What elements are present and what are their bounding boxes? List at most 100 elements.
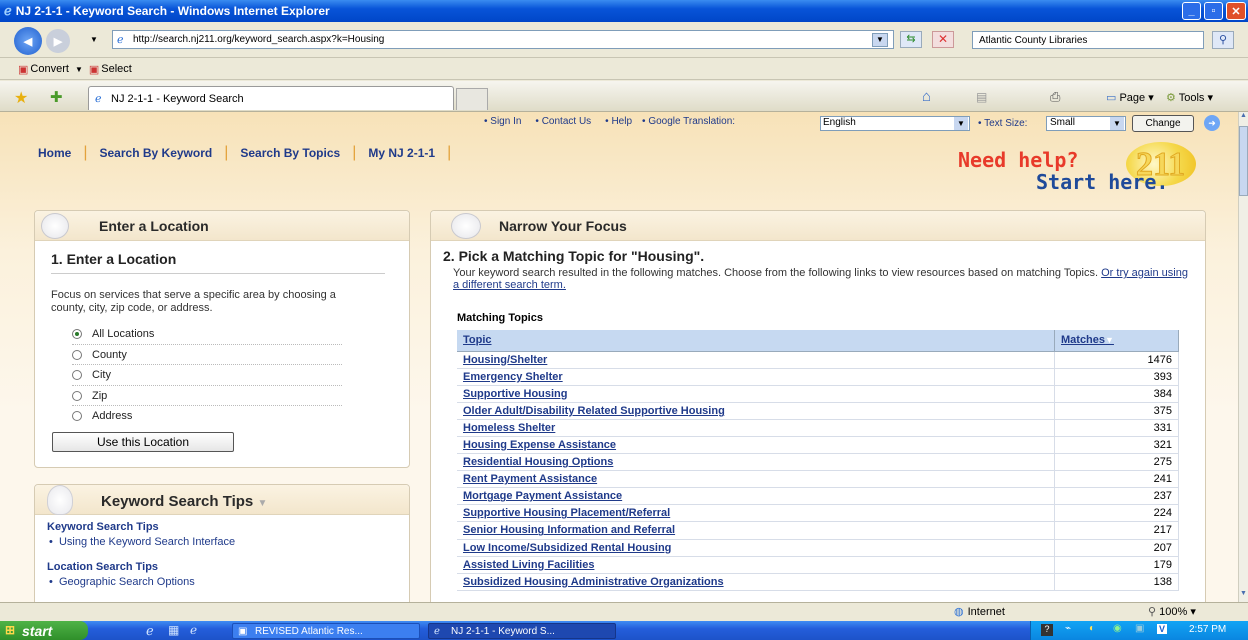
translation-select[interactable]: English ▼ — [820, 116, 970, 131]
topic-link[interactable]: Housing Expense Assistance — [457, 436, 1055, 455]
topic-link[interactable]: Mortgage Payment Assistance — [457, 487, 1055, 506]
radio-address[interactable]: Address — [72, 410, 132, 422]
taskbar-item-document[interactable]: ▣ REVISED Atlantic Res... — [232, 623, 420, 639]
radio-city[interactable]: City — [72, 369, 111, 381]
sign-in-link[interactable]: • Sign In — [484, 116, 521, 127]
topic-link[interactable]: Supportive Housing — [457, 385, 1055, 403]
topic-link[interactable]: Homeless Shelter — [457, 419, 1055, 437]
radio-all-locations[interactable]: All Locations — [72, 328, 154, 340]
network-icon[interactable]: ⌁ — [1065, 623, 1071, 634]
topic-link[interactable]: Older Adult/Disability Related Supportiv… — [457, 402, 1055, 420]
search-provider-input[interactable]: Atlantic County Libraries — [972, 31, 1204, 49]
radio-label: Address — [92, 410, 133, 422]
help-link[interactable]: • Help — [605, 116, 632, 127]
nav-my-nj211[interactable]: My NJ 2-1-1 — [368, 146, 435, 160]
tray-app-icon[interactable]: V — [1157, 624, 1168, 634]
chevron-down-icon[interactable]: ▼ — [75, 65, 83, 74]
tray-app-icon[interactable]: ◉ — [1113, 623, 1122, 634]
topic-link[interactable]: Subsidized Housing Administrative Organi… — [457, 573, 1055, 591]
select-button[interactable]: Select — [101, 63, 132, 75]
topic-match-count: 207 — [1054, 539, 1179, 557]
feeds-icon[interactable]: ▤ — [976, 90, 987, 104]
topic-match-count: 241 — [1054, 470, 1179, 489]
zoom-level: 100% — [1159, 606, 1188, 618]
tips-panel-title[interactable]: Keyword Search Tips ▼ — [101, 493, 267, 510]
add-favorites-icon[interactable]: ✚ — [50, 88, 63, 106]
radio-county[interactable]: County — [72, 349, 127, 361]
topic-link[interactable]: Senior Housing Information and Referral — [457, 521, 1055, 540]
topic-link[interactable]: Low Income/Subsidized Rental Housing — [457, 539, 1055, 557]
nav-separator: | — [447, 144, 452, 161]
address-input[interactable]: ℯ http://search.nj211.org/keyword_search… — [112, 30, 894, 49]
table-row: Low Income/Subsidized Rental Housing 207 — [457, 539, 1179, 557]
table-row: Supportive Housing 384 — [457, 385, 1179, 403]
page-scrollbar[interactable]: ▲ ▼ — [1238, 112, 1248, 602]
topic-match-count: 331 — [1054, 419, 1179, 437]
forward-arrow-icon[interactable]: ➜ — [1204, 115, 1220, 131]
forward-button[interactable]: ▶ — [46, 29, 70, 53]
address-dropdown-icon[interactable]: ▼ — [872, 33, 888, 47]
scroll-thumb[interactable] — [1239, 126, 1248, 196]
radio-label: County — [92, 349, 127, 361]
select-icon: ▣ — [88, 63, 100, 76]
tools-menu[interactable]: ⚙ Tools ▾ — [1166, 91, 1213, 104]
topic-link[interactable]: Assisted Living Facilities — [457, 556, 1055, 574]
tips-link-keyword[interactable]: • Using the Keyword Search Interface — [49, 536, 235, 548]
nav-search-topics[interactable]: Search By Topics — [240, 146, 340, 160]
text-size-select[interactable]: Small ▼ — [1046, 116, 1126, 131]
back-button[interactable]: ◀ — [14, 27, 42, 55]
stop-icon[interactable]: ✕ — [932, 31, 954, 48]
tools-menu-label: Tools — [1178, 92, 1205, 104]
page-menu[interactable]: ▭ Page ▾ — [1106, 91, 1154, 104]
tab-keyword-search[interactable]: ℯ NJ 2-1-1 - Keyword Search — [88, 86, 454, 110]
topic-link[interactable]: Rent Payment Assistance — [457, 470, 1055, 489]
topics-table: Topic Matches▼ Housing/Shelter 1476 Emerge… — [457, 330, 1179, 591]
quicklaunch-desktop-icon[interactable]: ▦ — [168, 623, 179, 637]
tips-panel: Keyword Search Tips ▼ Keyword Search Tip… — [34, 484, 410, 602]
nav-search-keyword[interactable]: Search By Keyword — [100, 146, 213, 160]
new-tab-button[interactable] — [456, 88, 488, 110]
close-button[interactable]: ✕ — [1226, 2, 1246, 20]
matches-column-header[interactable]: Matches▼ — [1054, 330, 1179, 352]
maximize-button[interactable]: ▫ — [1204, 2, 1223, 20]
taskbar-item-browser[interactable]: ℯ NJ 2-1-1 - Keyword S... — [428, 623, 616, 639]
topic-column-header[interactable]: Topic — [457, 330, 1055, 352]
topic-link[interactable]: Emergency Shelter — [457, 368, 1055, 386]
nj211-logo[interactable]: 211 Need help? Start here. — [950, 142, 1210, 202]
scroll-up-icon[interactable]: ▲ — [1239, 112, 1248, 124]
radio-selected-icon — [72, 329, 82, 339]
text-size-value: Small — [1050, 117, 1076, 128]
start-label: start — [22, 622, 53, 639]
print-icon[interactable]: ⎙ — [1050, 89, 1060, 105]
table-row: Housing/Shelter 1476 — [457, 351, 1179, 369]
page-menu-label: Page — [1119, 92, 1146, 104]
topic-link[interactable]: Supportive Housing Placement/Referral — [457, 504, 1055, 523]
convert-button[interactable]: Convert — [30, 63, 69, 75]
quicklaunch-ie-icon[interactable]: ℯ — [146, 623, 154, 639]
tray-app-icon[interactable]: ▣ — [1135, 623, 1144, 634]
scroll-down-icon[interactable]: ▼ — [1239, 590, 1248, 602]
use-location-button[interactable]: Use this Location — [52, 432, 234, 452]
nav-home[interactable]: Home — [38, 146, 71, 160]
start-button[interactable]: ⊞ start — [0, 621, 88, 640]
change-button[interactable]: Change — [1132, 115, 1194, 132]
favorites-star-icon[interactable]: ★ — [14, 88, 28, 108]
zoom-control[interactable]: ⚲ 100% ▾ — [1148, 605, 1196, 618]
help-tray-icon[interactable]: ? — [1041, 624, 1053, 636]
tray-app-icon[interactable]: ◐ — [1089, 623, 1095, 634]
system-tray: ? ⌁ ◐ ◉ ▣ V 2:57 PM — [1030, 621, 1248, 640]
refresh-icon[interactable]: ⇆ — [900, 31, 922, 48]
radio-label: All Locations — [92, 328, 155, 340]
history-dropdown-icon[interactable]: ▼ — [90, 35, 98, 44]
quicklaunch-ie2-icon[interactable]: ℯ — [190, 623, 197, 637]
topic-link[interactable]: Housing/Shelter — [457, 351, 1055, 369]
minimize-button[interactable]: _ — [1182, 2, 1201, 20]
topics-table-body: Housing/Shelter 1476 Emergency Shelter 393 S… — [457, 351, 1179, 591]
topic-link[interactable]: Residential Housing Options — [457, 453, 1055, 472]
home-icon[interactable]: ⌂ — [922, 88, 931, 105]
contact-link[interactable]: • Contact Us — [535, 116, 591, 127]
radio-zip[interactable]: Zip — [72, 390, 107, 402]
search-icon[interactable]: ⚲ — [1212, 31, 1234, 49]
tips-link-geographic[interactable]: • Geographic Search Options — [49, 576, 195, 588]
windows-flag-icon: ⊞ — [5, 623, 16, 637]
